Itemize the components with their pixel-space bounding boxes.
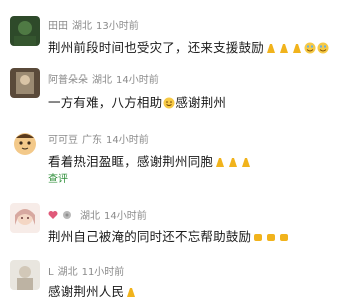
timestamp: 11小时前 xyxy=(81,267,125,278)
pray-emoji xyxy=(291,42,303,54)
timestamp: 14小时前 xyxy=(106,135,149,146)
avatar[interactable] xyxy=(10,260,40,290)
username[interactable]: L xyxy=(48,267,54,278)
timestamp: 14小时前 xyxy=(116,75,159,86)
location: 广东 xyxy=(82,135,102,146)
comment-meta: 湖北 14小时前 xyxy=(48,207,151,222)
pray-emoji xyxy=(214,156,226,168)
comment-meta: L 湖北 11小时前 xyxy=(48,263,128,278)
comment-text: 荆州前段时间也受灾了，还来支援鼓励 xyxy=(48,37,329,56)
pray-emoji xyxy=(265,42,277,54)
username[interactable]: 阿普朵朵 xyxy=(48,75,88,86)
location: 湖北 xyxy=(92,75,112,86)
avatar[interactable] xyxy=(10,16,40,46)
comment-meta: 阿普朵朵 湖北 14小时前 xyxy=(48,71,163,86)
heart-emoji xyxy=(48,210,58,220)
pray-emoji xyxy=(227,156,239,168)
laughing-emoji xyxy=(304,42,316,54)
fist-emoji xyxy=(278,231,290,243)
avatar[interactable] xyxy=(10,128,40,158)
smile-emoji xyxy=(163,97,175,109)
comment-meta: 可可豆 广东 14小时前 xyxy=(48,131,153,146)
location: 湖北 xyxy=(80,211,100,222)
flower-icon xyxy=(62,210,72,220)
comment-text: 一方有难，八方相助 感谢荆州 xyxy=(48,95,227,110)
comment-text: 荆州自己被淹的同时还不忘帮助鼓励 xyxy=(48,226,290,245)
avatar[interactable] xyxy=(10,203,40,233)
username[interactable]: 田田 xyxy=(48,21,68,32)
avatar[interactable] xyxy=(10,68,40,98)
location: 湖北 xyxy=(72,21,92,32)
timestamp: 14小时前 xyxy=(104,211,147,222)
laughing-emoji xyxy=(317,42,329,54)
fist-emoji xyxy=(265,231,277,243)
location: 湖北 xyxy=(57,267,78,278)
pray-emoji xyxy=(278,42,290,54)
comment-meta: 田田 湖北 13小时前 xyxy=(48,17,143,32)
translate-link[interactable]: 查评 xyxy=(48,170,68,185)
comment-text: 感谢荆州人民 xyxy=(48,281,137,300)
pray-emoji xyxy=(240,156,252,168)
comment-text: 看着热泪盈眶，感谢荆州同胞 xyxy=(48,151,252,170)
username[interactable]: 可可豆 xyxy=(48,135,78,146)
timestamp: 13小时前 xyxy=(96,21,139,32)
pray-emoji xyxy=(125,286,137,298)
fist-emoji xyxy=(252,231,264,243)
